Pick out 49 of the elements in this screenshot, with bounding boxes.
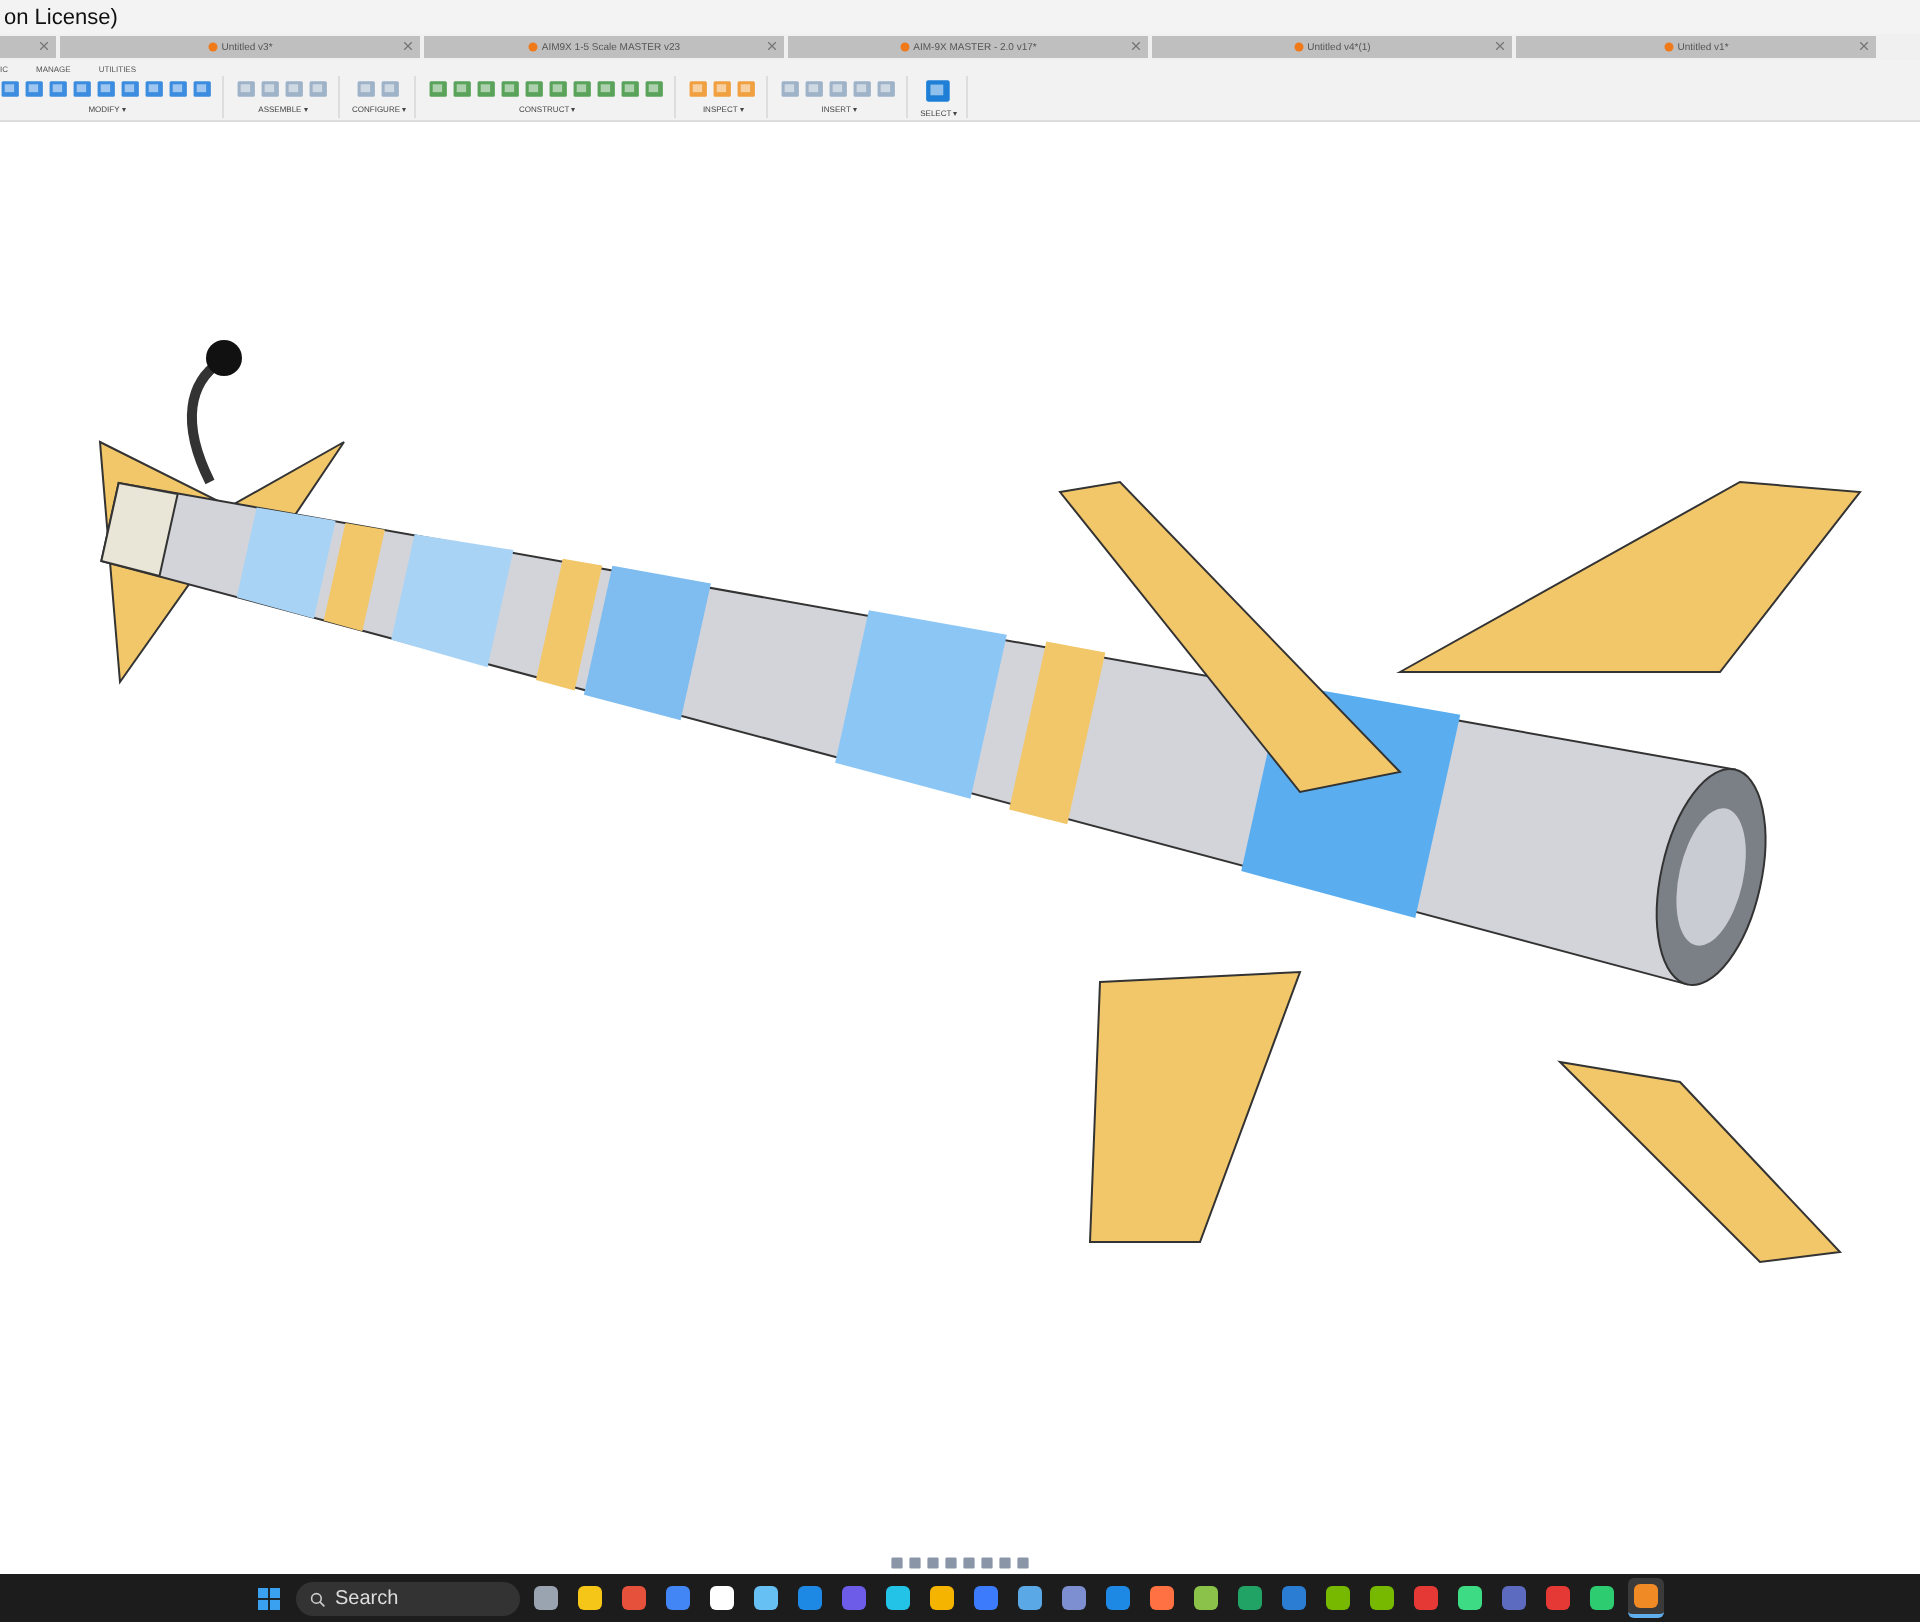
- search-field[interactable]: Search: [295, 1581, 519, 1615]
- tool-icon[interactable]: [0, 76, 22, 102]
- close-icon[interactable]: [1496, 42, 1504, 50]
- tool-icon[interactable]: [308, 76, 330, 102]
- tool-icon[interactable]: [260, 76, 282, 102]
- design-icon: [1663, 42, 1674, 52]
- close-icon[interactable]: [40, 42, 48, 50]
- tool-icon[interactable]: [284, 76, 306, 102]
- tool-icon[interactable]: [736, 76, 759, 102]
- tool-icon[interactable]: [144, 76, 166, 102]
- tool-icon[interactable]: [524, 76, 547, 102]
- tool-icon[interactable]: [828, 76, 851, 102]
- tool-icon[interactable]: [644, 76, 667, 102]
- taskbar-app-icon[interactable]: [1627, 1578, 1663, 1618]
- tool-icon[interactable]: [452, 76, 475, 102]
- design-icon: [1293, 42, 1304, 52]
- close-icon[interactable]: [1860, 42, 1868, 50]
- close-icon[interactable]: [404, 42, 412, 50]
- tool-icon[interactable]: [236, 76, 258, 102]
- window-title: on License): [4, 5, 118, 29]
- tool-icon[interactable]: [476, 76, 499, 102]
- close-icon[interactable]: [768, 42, 776, 50]
- tool-icon[interactable]: [852, 76, 875, 102]
- tool-icon[interactable]: [548, 76, 571, 102]
- tool-icon[interactable]: [780, 76, 803, 102]
- tool-icon[interactable]: [428, 76, 451, 102]
- tool-icon[interactable]: [500, 76, 523, 102]
- tool-icon[interactable]: [380, 76, 403, 102]
- tool-icon[interactable]: [356, 76, 379, 102]
- tool-icon[interactable]: [48, 76, 70, 102]
- tool-icon[interactable]: [876, 76, 899, 102]
- tool-icon[interactable]: [620, 76, 643, 102]
- tool-icon[interactable]: [688, 76, 711, 102]
- tool-icon[interactable]: [168, 76, 190, 102]
- tool-icon[interactable]: [192, 76, 214, 102]
- tool-icon[interactable]: [24, 76, 46, 102]
- design-icon: [527, 42, 538, 52]
- tool-icon[interactable]: [804, 76, 827, 102]
- design-icon: [899, 42, 910, 52]
- tool-icon[interactable]: [712, 76, 735, 102]
- tool-icon[interactable]: [120, 76, 142, 102]
- tool-icon[interactable]: [72, 76, 94, 102]
- tool-icon[interactable]: [572, 76, 595, 102]
- tool-icon[interactable]: [923, 76, 954, 106]
- design-icon: [207, 42, 218, 52]
- tool-icon[interactable]: [96, 76, 118, 102]
- tool-icon[interactable]: [596, 76, 619, 102]
- start-icon[interactable]: [257, 1587, 279, 1609]
- close-icon[interactable]: [1132, 42, 1140, 50]
